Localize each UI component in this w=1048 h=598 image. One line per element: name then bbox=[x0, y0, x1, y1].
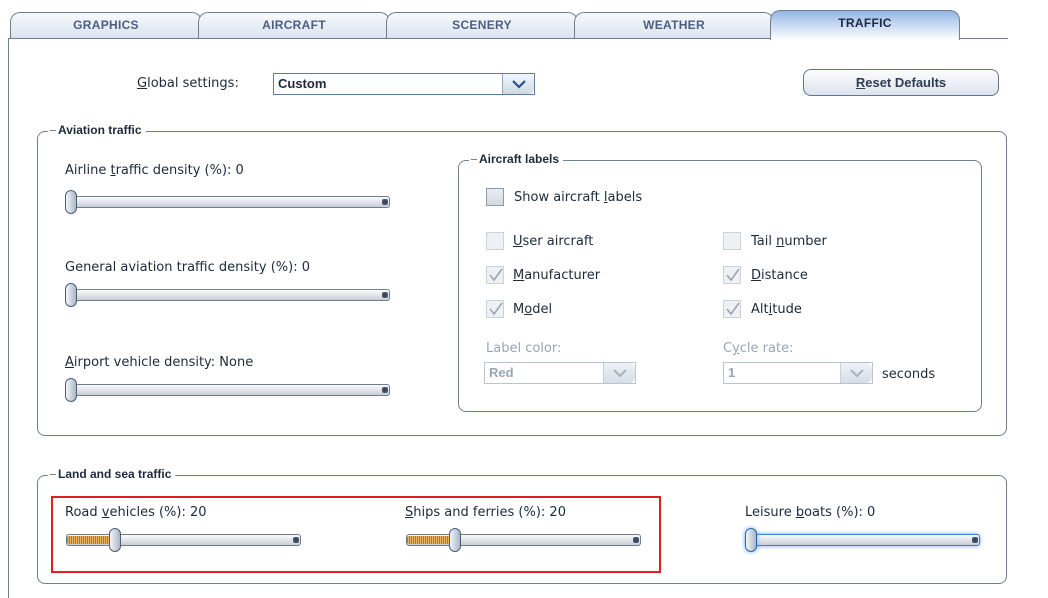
manufacturer-label[interactable]: Manufacturer bbox=[513, 268, 600, 283]
cycle-rate-value: 1 bbox=[728, 365, 736, 380]
checkmark-icon bbox=[489, 302, 503, 316]
airline-density-slider[interactable] bbox=[65, 190, 390, 214]
user-aircraft-checkbox[interactable] bbox=[486, 232, 504, 250]
distance-checkbox[interactable] bbox=[723, 266, 741, 284]
slider-thumb[interactable] bbox=[745, 528, 757, 552]
global-settings-label: Global settings: bbox=[137, 76, 239, 91]
reset-defaults-button[interactable]: Reset Defaults bbox=[803, 69, 999, 96]
model-label[interactable]: Model bbox=[513, 302, 552, 317]
tab-scenery[interactable]: SCENERY bbox=[386, 12, 578, 38]
slider-thumb[interactable] bbox=[65, 378, 77, 402]
tab-graphics[interactable]: GRAPHICS bbox=[10, 12, 202, 38]
global-settings-value: Custom bbox=[278, 76, 327, 91]
chevron-down-icon[interactable] bbox=[603, 363, 635, 383]
distance-label[interactable]: Distance bbox=[751, 268, 808, 283]
checkmark-icon bbox=[489, 268, 503, 282]
label-color-label: Label color: bbox=[486, 341, 562, 356]
checkmark-icon bbox=[726, 302, 740, 316]
general-aviation-density-label: General aviation traffic density (%): 0 bbox=[65, 260, 310, 275]
altitude-checkbox[interactable] bbox=[723, 300, 741, 318]
model-checkbox[interactable] bbox=[486, 300, 504, 318]
airport-vehicle-density-label: Airport vehicle density: None bbox=[65, 355, 254, 370]
tab-weather[interactable]: WEATHER bbox=[574, 12, 774, 38]
checkmark-icon bbox=[726, 268, 740, 282]
highlight-box bbox=[51, 496, 661, 573]
cycle-rate-unit: seconds bbox=[882, 367, 936, 382]
tail-number-checkbox[interactable] bbox=[723, 232, 741, 250]
tab-aircraft[interactable]: AIRCRAFT bbox=[198, 12, 390, 38]
tab-traffic[interactable]: TRAFFIC bbox=[770, 10, 960, 40]
chevron-down-icon[interactable] bbox=[840, 363, 872, 383]
label-color-select[interactable]: Red bbox=[484, 362, 636, 384]
slider-thumb[interactable] bbox=[65, 283, 77, 307]
airline-density-label: Airline traffic density (%): 0 bbox=[65, 163, 244, 178]
aircraft-labels-title: Aircraft labels bbox=[469, 152, 564, 166]
show-labels-checkbox[interactable] bbox=[486, 188, 504, 206]
manufacturer-checkbox[interactable] bbox=[486, 266, 504, 284]
land-sea-traffic-title: Land and sea traffic bbox=[48, 467, 176, 481]
aviation-traffic-title: Aviation traffic bbox=[48, 123, 146, 137]
show-labels-label[interactable]: Show aircraft labels bbox=[514, 190, 642, 205]
chevron-down-icon[interactable] bbox=[502, 74, 534, 94]
cycle-rate-label: Cycle rate: bbox=[723, 341, 794, 356]
altitude-label[interactable]: Altitude bbox=[751, 302, 802, 317]
label-color-value: Red bbox=[489, 365, 514, 380]
general-aviation-density-slider[interactable] bbox=[65, 283, 390, 307]
global-settings-select[interactable]: Custom bbox=[273, 73, 535, 95]
leisure-boats-label: Leisure boats (%): 0 bbox=[745, 505, 876, 520]
slider-thumb[interactable] bbox=[65, 190, 77, 214]
cycle-rate-select[interactable]: 1 bbox=[723, 362, 873, 384]
tail-number-label[interactable]: Tail number bbox=[751, 234, 827, 249]
leisure-boats-slider[interactable] bbox=[745, 528, 980, 552]
panel-border bbox=[8, 38, 9, 598]
user-aircraft-label[interactable]: User aircraft bbox=[513, 234, 593, 249]
airport-vehicle-density-slider[interactable] bbox=[65, 378, 390, 402]
